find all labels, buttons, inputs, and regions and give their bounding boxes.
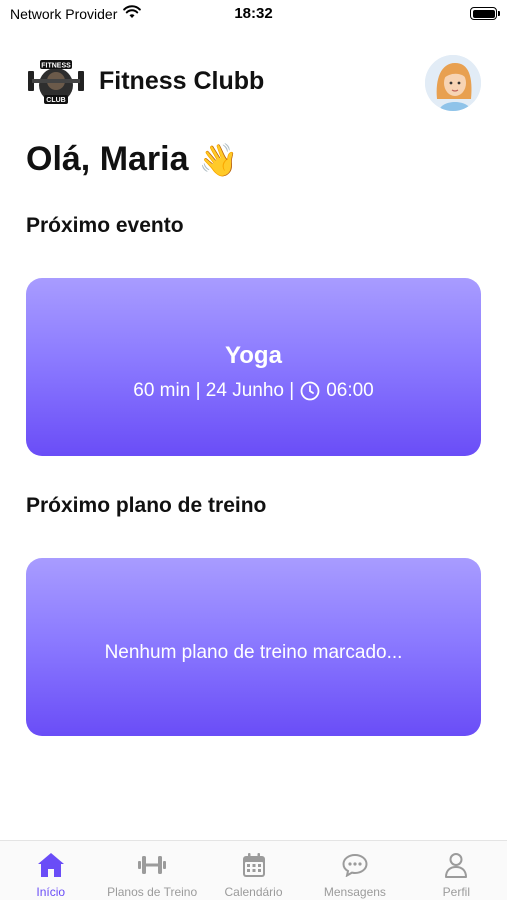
svg-text:FITNESS: FITNESS [41,63,71,70]
waving-hand-icon: 👋 [198,141,239,178]
tab-label: Perfil [442,885,470,899]
app-header: FITNESS CLUB Fitness Clubb [26,55,481,111]
tab-inicio[interactable]: Início [0,841,101,900]
greeting: Olá, Maria 👋 [26,140,238,179]
clock-icon [300,381,320,401]
user-avatar[interactable] [425,55,481,111]
app-title: Fitness Clubb [99,67,265,95]
event-meta: 60 min | 24 Junho | 06:00 [26,380,481,402]
no-plan-message: Nenhum plano de treino marcado... [104,642,403,663]
next-plan-title: Próximo plano de treino [26,494,267,517]
next-plan-card[interactable]: Nenhum plano de treino marcado... [26,558,481,736]
tab-mensagens[interactable]: Mensagens [304,841,405,900]
event-duration-date: 60 min | 24 Junho | [133,380,295,401]
calendar-icon [239,850,269,880]
tab-label: Início [36,885,66,899]
tab-label: Calendário [224,885,283,899]
dumbbell-icon [137,850,167,880]
bottom-tab-bar: Início Planos de Treino Calendário Mensa… [0,840,507,900]
event-name: Yoga [225,342,282,369]
profile-icon [441,850,471,880]
status-bar: Network Provider 18:32 [0,0,507,30]
tab-label: Mensagens [323,885,386,899]
chat-icon [340,850,370,880]
status-time: 18:32 [234,5,273,22]
greeting-text: Olá, Maria [26,140,189,178]
event-time: 06:00 [326,380,374,401]
fitness-club-logo[interactable]: FITNESS CLUB [26,57,86,107]
tab-calendario[interactable]: Calendário [203,841,304,900]
next-event-title: Próximo evento [26,214,184,237]
tab-label: Planos de Treino [107,885,198,899]
home-icon [36,850,66,880]
next-event-card[interactable]: Yoga 60 min | 24 Junho | 06:00 [26,278,481,456]
tab-planos-de-treino[interactable]: Planos de Treino [101,841,202,900]
svg-text:CLUB: CLUB [46,97,65,104]
battery-icon [470,7,500,20]
tab-perfil[interactable]: Perfil [406,841,507,900]
